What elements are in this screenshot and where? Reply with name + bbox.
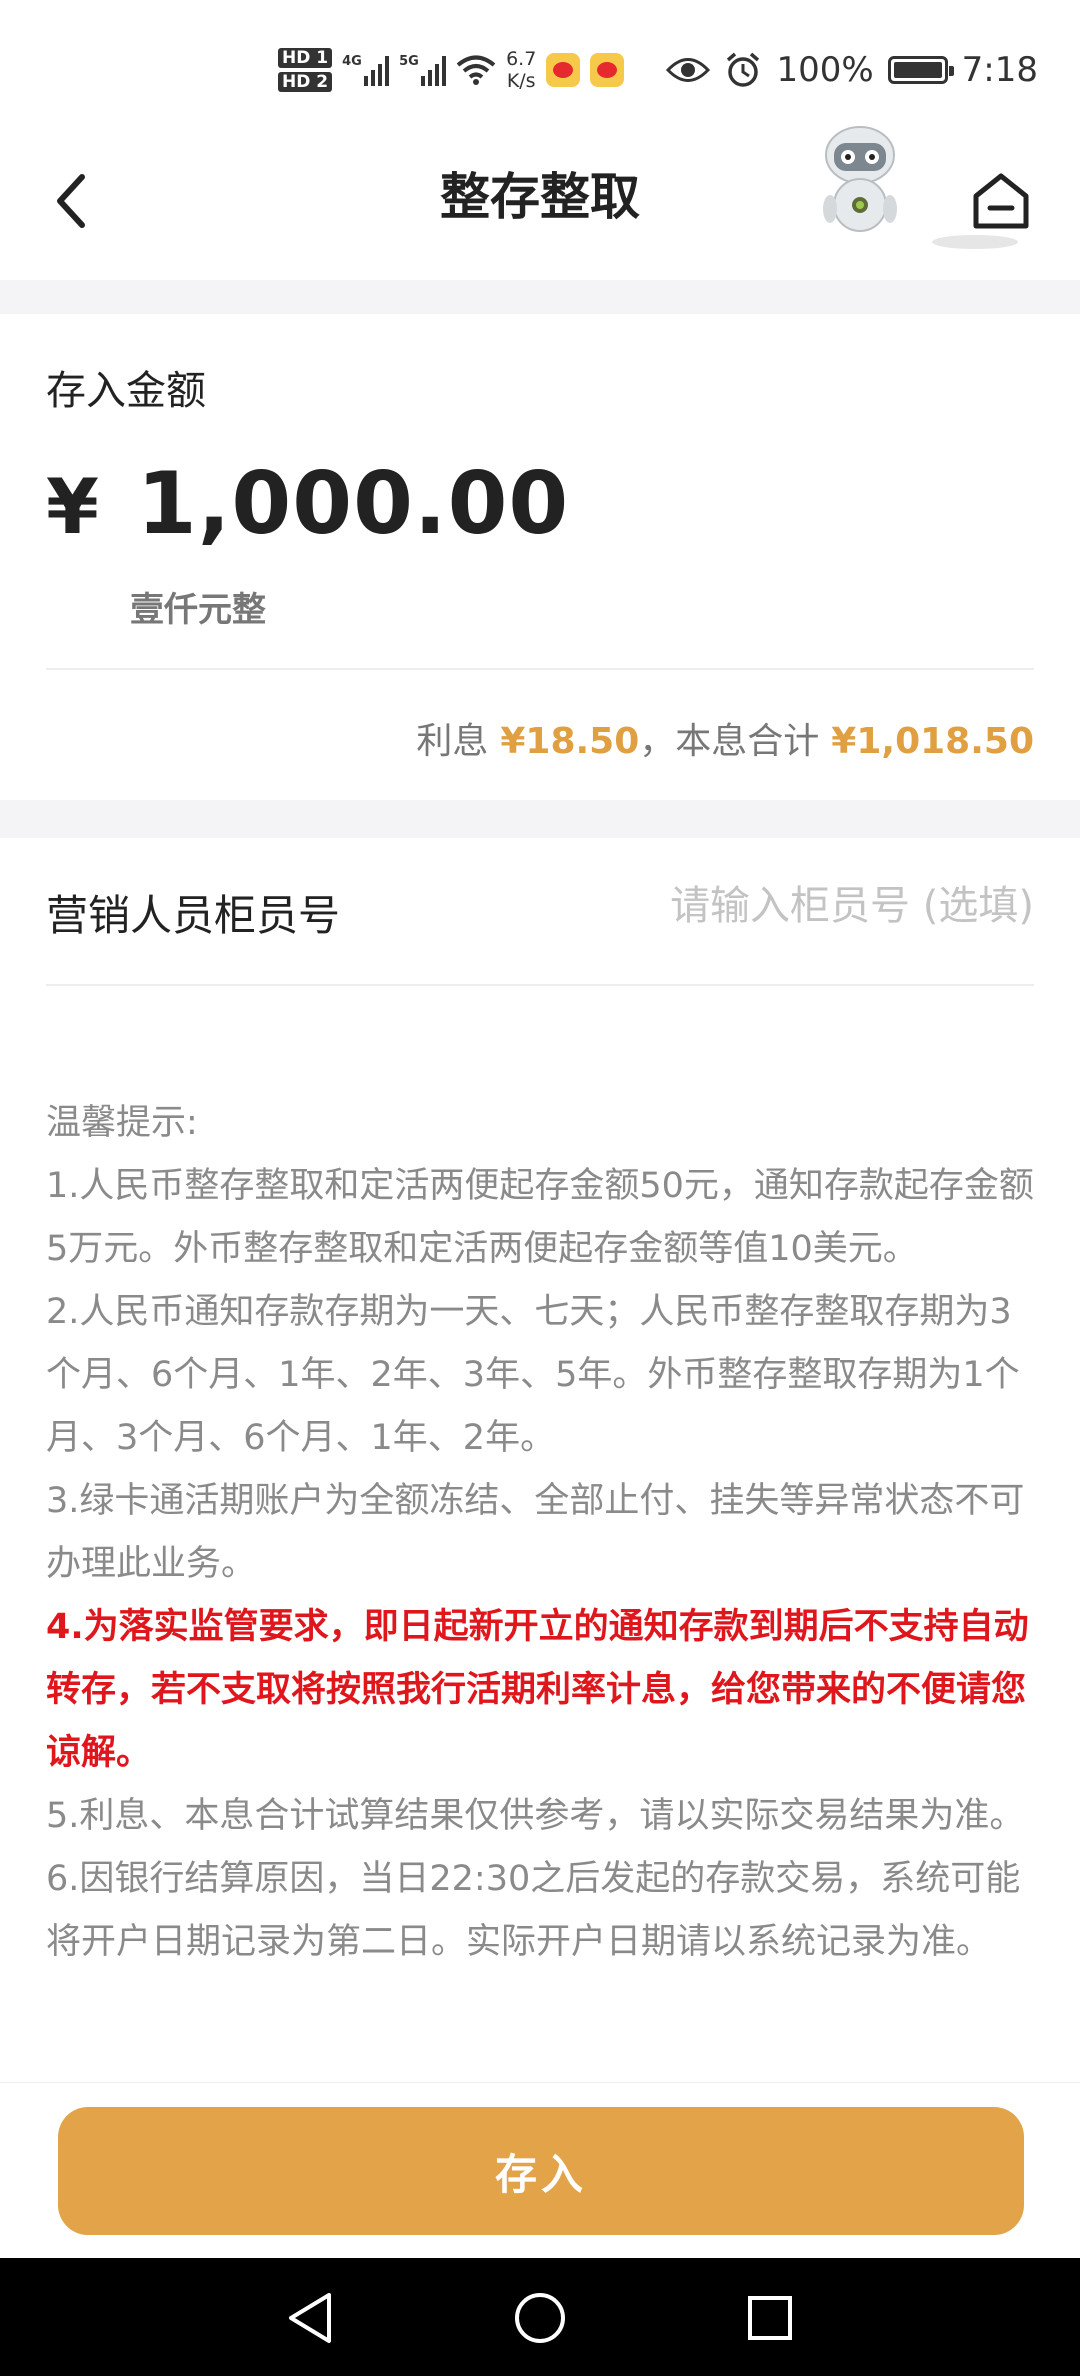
- amount-value: 1,000.00: [136, 454, 570, 554]
- alarm-icon: [727, 52, 760, 87]
- home-button[interactable]: [966, 151, 1036, 251]
- eye-icon: [666, 58, 711, 82]
- tip-item-4-warning: 4.为落实监管要求，即日起新开立的通知存款到期后不支持自动转存，若不支取将按照我…: [46, 1607, 1029, 1773]
- battery-percent: 100%: [776, 50, 874, 90]
- circle-home-icon: [515, 2293, 565, 2343]
- nav-bar: 整存整取: [0, 125, 1080, 280]
- status-right: 100% 7:18: [666, 48, 1038, 92]
- system-home-button[interactable]: [510, 2288, 570, 2348]
- clock: 7:18: [961, 50, 1038, 90]
- hd1-icon: HD 1: [278, 48, 333, 68]
- home-icon: [973, 173, 1029, 229]
- divider: [46, 668, 1034, 670]
- tips-scroll-area[interactable]: 温馨提示: 1.人民币整存整取和定活两便起存金额50元，通知存款起存金额5万元。…: [0, 1092, 1080, 2082]
- network-speed: 6.7 K/s: [506, 48, 537, 92]
- page-title: 整存整取: [440, 168, 640, 226]
- teller-row: 营销人员柜员号: [0, 838, 1080, 986]
- currency-symbol: ¥: [46, 462, 99, 551]
- weibo-icon: [546, 53, 581, 87]
- tip-item-3: 3.绿卡通活期账户为全额冻结、全部止付、挂失等异常状态不可办理此业务。: [46, 1481, 1025, 1584]
- system-recents-button[interactable]: [740, 2288, 800, 2348]
- hd-icons: HD 1 HD 2: [278, 48, 333, 92]
- teller-number-input[interactable]: [514, 874, 1034, 938]
- interest-summary: 利息 ¥18.50 ， 本息合计 ¥1,018.50: [416, 712, 1034, 764]
- wifi-icon: [456, 55, 496, 85]
- weibo-icon: [590, 53, 625, 87]
- system-back-button[interactable]: [280, 2288, 340, 2348]
- teller-label: 营销人员柜员号: [46, 891, 341, 940]
- status-bar: HD 1 HD 2 4G 5G 6.7 K/s 100% 7:18: [0, 0, 1080, 125]
- system-nav-bar: [0, 2258, 1080, 2376]
- section-gap: [0, 280, 1080, 314]
- tip-item-2: 2.人民币通知存款存期为一天、七天；人民币整存整取存期为3个月、6个月、1年、2…: [46, 1292, 1020, 1458]
- total-label: 本息合计: [675, 721, 820, 762]
- tips-heading: 温馨提示:: [46, 1103, 198, 1143]
- triangle-back-icon: [289, 2293, 331, 2343]
- robot-mascot-icon[interactable]: [810, 125, 910, 245]
- status-left: HD 1 HD 2 4G 5G 6.7 K/s: [278, 42, 625, 98]
- bottom-action-area: 存入: [0, 2082, 1080, 2258]
- hd2-icon: HD 2: [278, 72, 333, 92]
- amount-in-chinese: 壹仟元整: [130, 590, 266, 630]
- section-gap: [0, 800, 1080, 838]
- square-recents-icon: [748, 2296, 792, 2340]
- battery-icon: [887, 56, 954, 84]
- amount-row[interactable]: ¥ 1,000.00: [46, 454, 569, 554]
- tip-item-5: 5.利息、本息合计试算结果仅供参考，请以实际交易结果为准。: [46, 1796, 1025, 1836]
- divider: [46, 984, 1034, 986]
- tip-item-1: 1.人民币整存整取和定活两便起存金额50元，通知存款起存金额5万元。外币整存整取…: [46, 1166, 1034, 1269]
- signal-5g-icon: 5G: [399, 54, 447, 86]
- interest-value: ¥18.50: [500, 721, 640, 762]
- total-value: ¥1,018.50: [831, 721, 1034, 762]
- amount-label: 存入金额: [46, 368, 206, 414]
- deposit-button[interactable]: 存入: [58, 2107, 1024, 2235]
- tips-section: 温馨提示: 1.人民币整存整取和定活两便起存金额50元，通知存款起存金额5万元。…: [46, 1092, 1036, 1974]
- interest-separator: ，: [639, 721, 676, 762]
- amount-card: 存入金额 ¥ 1,000.00 壹仟元整 利息 ¥18.50 ， 本息合计 ¥1…: [0, 314, 1080, 800]
- signal-4g-icon: 4G: [342, 54, 390, 86]
- tip-item-6: 6.因银行结算原因，当日22:30之后发起的存款交易，系统可能将开户日期记录为第…: [46, 1859, 1021, 1962]
- interest-label: 利息: [416, 721, 489, 762]
